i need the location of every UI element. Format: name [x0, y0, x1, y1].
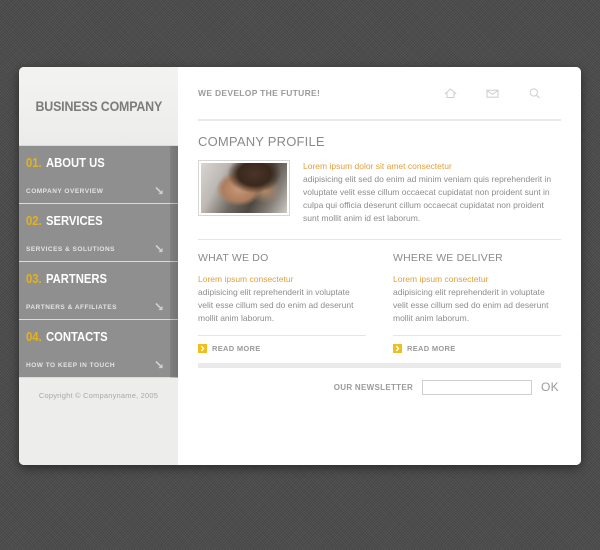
newsletter-form: OUR NEWSLETTER OK	[198, 379, 561, 395]
column-title: WHAT WE DO	[198, 251, 269, 264]
nav-group-partners: 03. PARTNERS PARTNERS & AFFILIATES	[19, 262, 178, 320]
top-icon-bar	[444, 87, 561, 100]
logo-block[interactable]: BUSINESS COMPANY	[19, 67, 178, 145]
newsletter-submit-button[interactable]: OK	[541, 380, 559, 394]
feature-columns: WHAT WE DO Lorem ipsum consectetur adipi…	[198, 252, 561, 353]
arrow-down-right-icon	[154, 186, 165, 197]
profile-text: Lorem ipsum dolor sit amet consectetur a…	[303, 160, 561, 225]
nav-sub-label: SERVICES & SOLUTIONS	[26, 245, 115, 253]
header-divider	[198, 119, 561, 121]
profile-lead: Lorem ipsum dolor sit amet consectetur	[303, 161, 452, 171]
read-more-label: READ MORE	[407, 343, 456, 353]
nav-subitem-company-overview[interactable]: COMPANY OVERVIEW	[19, 179, 178, 204]
main-navigation: 01. ABOUT US COMPANY OVERVIEW 02. SERVIC…	[19, 145, 178, 378]
profile-body: adipisicing elit sed do enim ad minim ve…	[303, 174, 552, 224]
site-card: BUSINESS COMPANY 01. ABOUT US COMPANY OV…	[19, 67, 581, 465]
read-more-label: READ MORE	[212, 343, 261, 353]
businessman-on-phone-photo	[201, 163, 287, 213]
nav-group-about-us: 01. ABOUT US COMPANY OVERVIEW	[19, 146, 178, 204]
column-where-we-deliver: WHERE WE DELIVER Lorem ipsum consectetur…	[393, 252, 561, 353]
home-icon[interactable]	[444, 87, 457, 100]
nav-item-about-us[interactable]: 01. ABOUT US	[19, 146, 178, 179]
company-profile-block: Lorem ipsum dolor sit amet consectetur a…	[198, 160, 561, 225]
nav-number: 04.	[26, 329, 42, 344]
column-body: adipisicing elit reprehenderit in volupt…	[198, 287, 354, 324]
nav-item-contacts[interactable]: 04. CONTACTS	[19, 320, 178, 353]
nav-sub-label: COMPANY OVERVIEW	[26, 187, 104, 195]
arrow-down-right-icon	[154, 302, 165, 313]
column-lead: Lorem ipsum consectetur	[198, 273, 294, 284]
nav-label: CONTACTS	[46, 329, 109, 344]
chevron-right-icon	[198, 343, 207, 353]
nav-group-contacts: 04. CONTACTS HOW TO KEEP IN TOUCH	[19, 320, 178, 378]
column-body: adipisicing elit reprehenderit in volupt…	[393, 287, 549, 324]
arrow-down-right-icon	[154, 360, 165, 371]
nav-number: 01.	[26, 155, 42, 170]
nav-label: SERVICES	[46, 213, 104, 228]
mail-icon[interactable]	[486, 87, 499, 100]
nav-label: ABOUT US	[46, 155, 106, 170]
nav-item-partners[interactable]: 03. PARTNERS	[19, 262, 178, 295]
site-tagline: WE DEVELOP THE FUTURE!	[198, 88, 321, 98]
column-divider	[393, 334, 561, 336]
copyright-text: Copyright © Companyname, 2005	[38, 391, 159, 400]
profile-photo	[198, 160, 290, 216]
nav-group-services: 02. SERVICES SERVICES & SOLUTIONS	[19, 204, 178, 262]
chevron-right-icon	[393, 343, 402, 353]
read-more-button-what-we-do[interactable]: READ MORE	[198, 343, 366, 353]
search-icon[interactable]	[528, 87, 541, 100]
copyright-block: Copyright © Companyname, 2005	[19, 378, 178, 465]
nav-sub-label: HOW TO KEEP IN TOUCH	[26, 361, 116, 369]
nav-item-services[interactable]: 02. SERVICES	[19, 204, 178, 237]
page-title: COMPANY PROFILE	[198, 134, 325, 149]
column-what-we-do: WHAT WE DO Lorem ipsum consectetur adipi…	[198, 252, 366, 353]
column-title: WHERE WE DELIVER	[393, 251, 503, 264]
nav-subitem-how-to-keep-in-touch[interactable]: HOW TO KEEP IN TOUCH	[19, 353, 178, 378]
newsletter-label: OUR NEWSLETTER	[333, 382, 414, 392]
nav-label: PARTNERS	[46, 271, 108, 286]
nav-number: 03.	[26, 271, 42, 286]
column-lead: Lorem ipsum consectetur	[393, 273, 489, 284]
nav-subitem-partners-affiliates[interactable]: PARTNERS & AFFILIATES	[19, 295, 178, 320]
nav-number: 02.	[26, 213, 42, 228]
arrow-down-right-icon	[154, 244, 165, 255]
site-logo: BUSINESS COMPANY	[35, 98, 162, 114]
nav-sub-label: PARTNERS & AFFILIATES	[26, 303, 117, 311]
nav-subitem-services-solutions[interactable]: SERVICES & SOLUTIONS	[19, 237, 178, 262]
profile-divider	[198, 238, 561, 240]
main-content: WE DEVELOP THE FUTURE! COMPANY PROFILE L…	[178, 67, 581, 465]
newsletter-input[interactable]	[422, 379, 533, 395]
sidebar: BUSINESS COMPANY 01. ABOUT US COMPANY OV…	[19, 67, 178, 465]
column-divider	[198, 334, 366, 336]
read-more-button-where-we-deliver[interactable]: READ MORE	[393, 343, 561, 353]
footer-divider	[198, 362, 561, 368]
top-bar: WE DEVELOP THE FUTURE!	[198, 67, 561, 119]
